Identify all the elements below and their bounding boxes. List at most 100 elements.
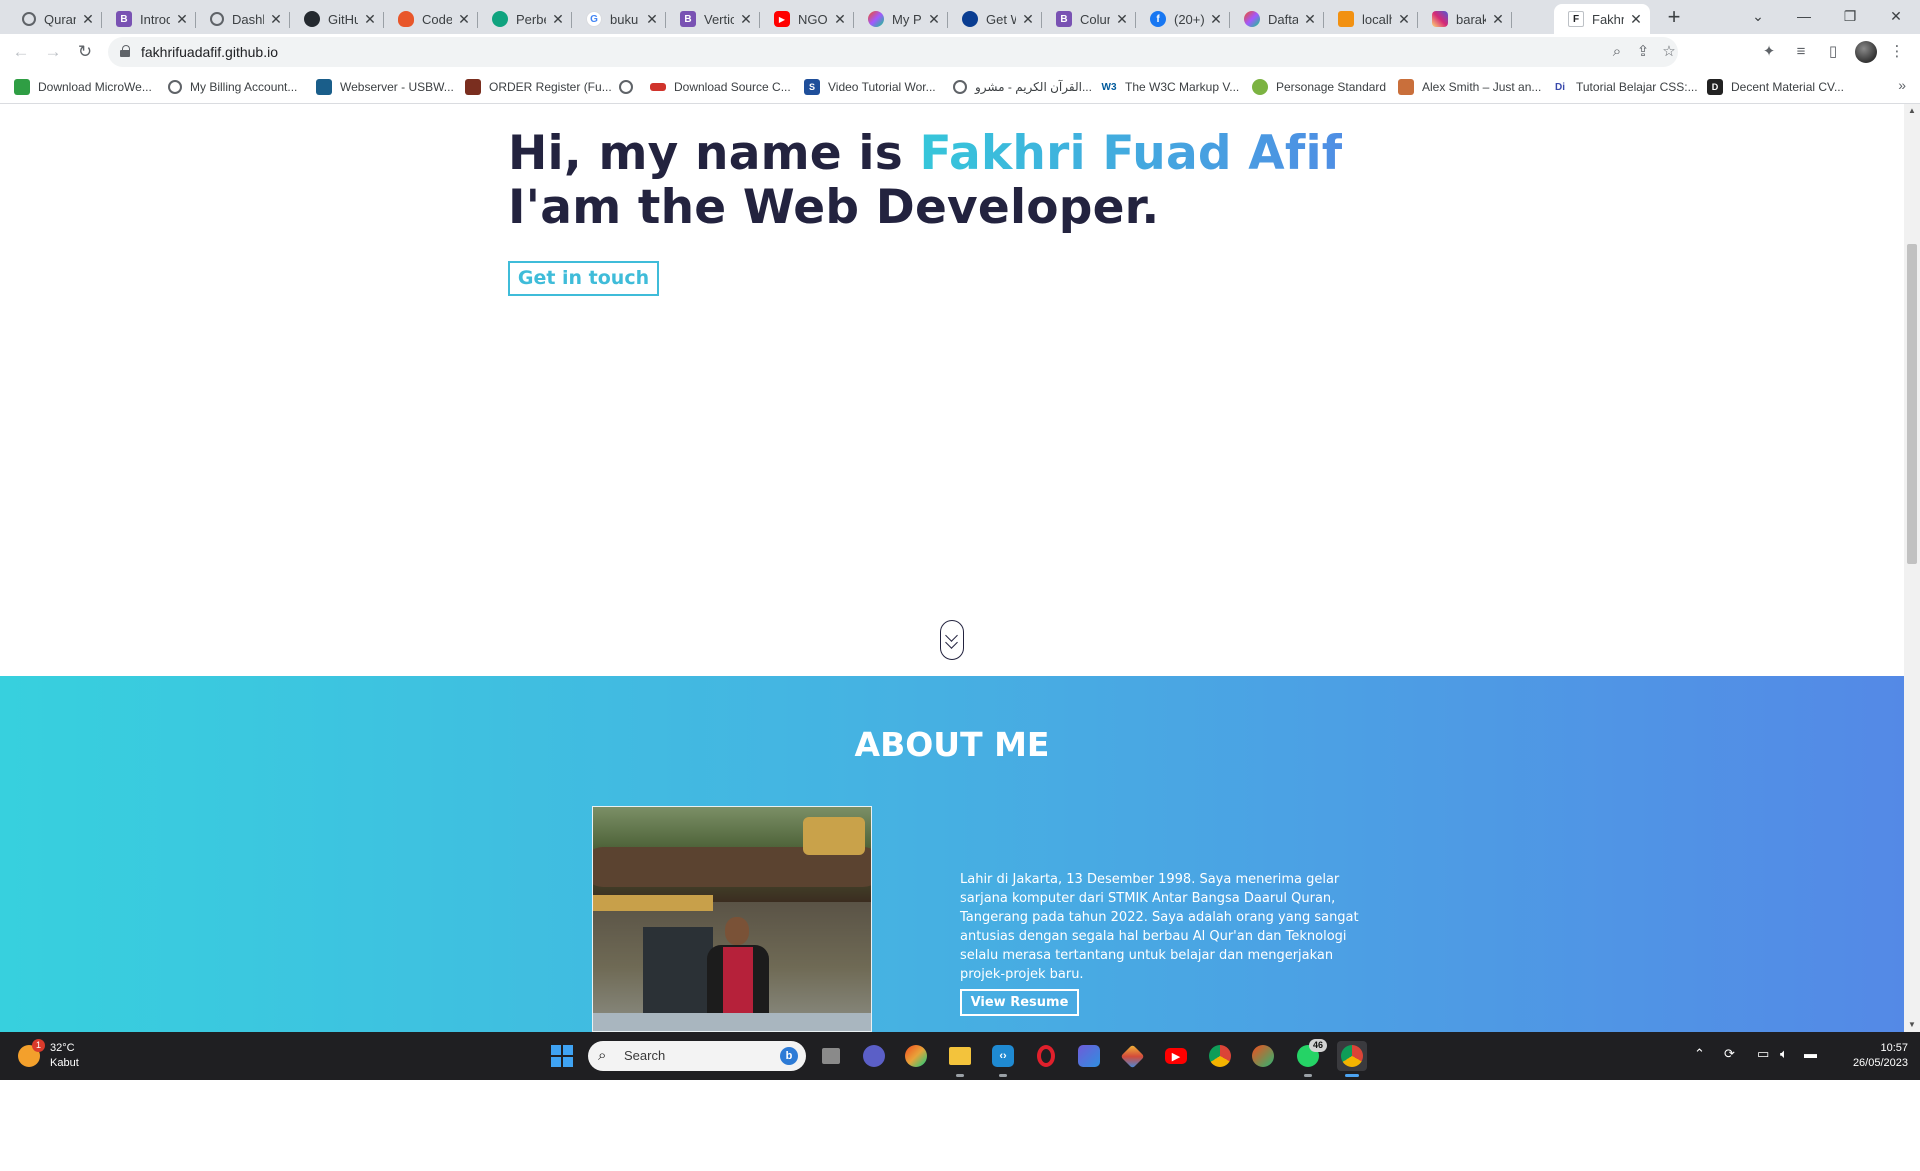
close-icon[interactable]: ✕	[926, 11, 942, 28]
file-explorer-icon[interactable]	[945, 1041, 975, 1077]
tab-codel[interactable]: Codel✕	[384, 4, 478, 34]
media-controls-icon[interactable]: ≡	[1789, 40, 1813, 64]
tab-search-button[interactable]: ⌄	[1735, 0, 1781, 34]
tab-github[interactable]: GitHu ✕	[290, 4, 384, 34]
close-icon[interactable]: ✕	[456, 11, 472, 28]
close-icon[interactable]: ✕	[1208, 11, 1224, 28]
battery-icon[interactable]: ▬	[1804, 1046, 1817, 1061]
bookmark-item[interactable]: ORDER Register (Fu...	[465, 77, 612, 97]
lock-icon[interactable]	[120, 45, 130, 57]
chrome-active-icon[interactable]	[1337, 1041, 1367, 1077]
git-icon[interactable]	[1117, 1041, 1147, 1071]
bookmark-item[interactable]: Personage Standard	[1252, 77, 1386, 97]
vscode-icon[interactable]: ‹›	[988, 1041, 1018, 1077]
close-icon[interactable]: ✕	[550, 11, 566, 28]
tab-mypo[interactable]: My Po✕	[854, 4, 948, 34]
bookmark-item[interactable]: القرآن الكريم - مشرو...	[953, 77, 1092, 97]
bookmark-item[interactable]	[619, 77, 641, 97]
github-icon	[304, 11, 320, 27]
tab-buku[interactable]: Gbuku ✕	[572, 4, 666, 34]
close-icon[interactable]: ✕	[738, 11, 754, 28]
power-automate-icon[interactable]	[1074, 1041, 1104, 1071]
close-icon[interactable]: ✕	[1020, 11, 1036, 28]
scroll-down-icon[interactable]	[940, 620, 964, 660]
url-text[interactable]: fakhrifuadafif.github.io	[141, 44, 278, 60]
new-tab-button[interactable]: +	[1660, 4, 1688, 32]
close-icon[interactable]: ✕	[832, 11, 848, 28]
task-view-icon[interactable]	[816, 1041, 846, 1071]
tab-barak[interactable]: barak ✕	[1418, 4, 1512, 34]
hero-heading-line2: I'am the Web Developer.	[508, 180, 1160, 235]
tab-dashb[interactable]: Dashb✕	[196, 4, 290, 34]
forward-button[interactable]: →	[41, 40, 65, 64]
tab-fakhri[interactable]: FFakhri✕	[1554, 4, 1650, 34]
page-scrollbar[interactable]: ▲ ▼	[1904, 104, 1920, 1032]
close-icon[interactable]: ✕	[1628, 11, 1644, 28]
extensions-icon[interactable]: ✦	[1757, 40, 1781, 64]
tab-vertic[interactable]: B Vertic ✕	[666, 4, 760, 34]
youtube-app-icon[interactable]: ▶	[1161, 1041, 1191, 1071]
close-icon[interactable]: ✕	[80, 11, 96, 28]
tab-colum[interactable]: BColum✕	[1042, 4, 1136, 34]
taskbar-search-box[interactable]: ⌕ Search b	[588, 1041, 806, 1071]
network-icon[interactable]: ▭	[1757, 1046, 1769, 1062]
view-resume-button[interactable]: View Resume	[960, 989, 1079, 1016]
menu-icon[interactable]: ⋮	[1885, 40, 1909, 64]
bookmark-item[interactable]: Alex Smith – Just an...	[1398, 77, 1541, 97]
tab-localhost[interactable]: localh✕	[1324, 4, 1418, 34]
reload-button[interactable]: ↻	[73, 40, 97, 64]
bookmark-item[interactable]: S Video Tutorial Wor...	[804, 77, 936, 97]
chrome-app-icon[interactable]	[1205, 1041, 1235, 1071]
tab-quran[interactable]: Quran✕	[8, 4, 102, 34]
scroll-down-arrow-icon[interactable]: ▼	[1904, 1018, 1920, 1032]
close-icon[interactable]: ✕	[174, 11, 190, 28]
close-window-button[interactable]: ✕	[1873, 0, 1919, 34]
bookmark-item[interactable]: My Billing Account...	[168, 77, 297, 97]
bookmark-item[interactable]: Download MicroWe...	[14, 77, 152, 97]
tab-ngob[interactable]: ▶NGOB✕	[760, 4, 854, 34]
tab-dafta[interactable]: Dafta ✕	[1230, 4, 1324, 34]
close-icon[interactable]: ✕	[268, 11, 284, 28]
tab-getw[interactable]: Get W✕	[948, 4, 1042, 34]
figma-app-icon-2[interactable]	[1248, 1041, 1278, 1071]
close-icon[interactable]: ✕	[362, 11, 378, 28]
system-clock[interactable]: 10:57 26/05/2023	[1830, 1041, 1908, 1071]
close-icon[interactable]: ✕	[1490, 11, 1506, 28]
scrollbar-thumb[interactable]	[1907, 244, 1917, 564]
zoom-icon[interactable]: ⌕	[1605, 40, 1629, 64]
restore-button[interactable]: ❐	[1827, 0, 1873, 34]
whatsapp-icon[interactable]: 46	[1293, 1039, 1327, 1077]
tab-facebook[interactable]: f (20+) ✕	[1136, 4, 1230, 34]
opera-icon[interactable]	[1031, 1041, 1061, 1071]
bookmark-item[interactable]: D Decent Material CV...	[1707, 77, 1844, 97]
side-panel-icon[interactable]: ▯	[1821, 40, 1845, 64]
address-bar[interactable]: fakhrifuadafif.github.io ⌕ ⇪ ☆	[108, 37, 1678, 67]
bing-icon[interactable]: b	[780, 1047, 798, 1065]
show-hidden-icons-icon[interactable]: ⌃	[1694, 1046, 1705, 1062]
volume-icon[interactable]: 🔈︎	[1780, 1046, 1788, 1062]
minimize-button[interactable]: —	[1781, 0, 1827, 34]
profile-avatar[interactable]	[1855, 41, 1877, 63]
close-icon[interactable]: ✕	[1396, 11, 1412, 28]
tab-introd[interactable]: B Introd ✕	[102, 4, 196, 34]
start-button[interactable]	[547, 1041, 577, 1071]
get-in-touch-button[interactable]: Get in touch	[508, 261, 659, 296]
bookmark-item[interactable]: Download Source C...	[650, 77, 791, 97]
sync-icon[interactable]: ⟳	[1724, 1046, 1735, 1062]
share-icon[interactable]: ⇪	[1631, 40, 1655, 64]
teams-icon[interactable]	[859, 1041, 889, 1071]
close-icon[interactable]: ✕	[1302, 11, 1318, 28]
windows-taskbar: 1 32°C Kabut ⌕ Search b ‹› ▶ 46 ⌃ ⟳ ▭ 🔈︎…	[0, 1032, 1920, 1080]
scroll-up-icon[interactable]: ▲	[1904, 104, 1920, 118]
close-icon[interactable]: ✕	[1114, 11, 1130, 28]
profile-photo	[592, 806, 872, 1032]
bookmark-star-icon[interactable]: ☆	[1657, 40, 1681, 64]
bookmark-item[interactable]: Webserver - USBW...	[316, 77, 454, 97]
tab-perbe[interactable]: Perbe✕	[478, 4, 572, 34]
back-button[interactable]: ←	[9, 40, 33, 64]
bookmark-item[interactable]: Di Tutorial Belajar CSS:...	[1552, 77, 1698, 97]
bookmark-item[interactable]: W3 The W3C Markup V...	[1101, 77, 1239, 97]
close-icon[interactable]: ✕	[644, 11, 660, 28]
more-bookmarks-button[interactable]: »	[1898, 77, 1906, 93]
figma-app-icon[interactable]	[901, 1041, 931, 1071]
